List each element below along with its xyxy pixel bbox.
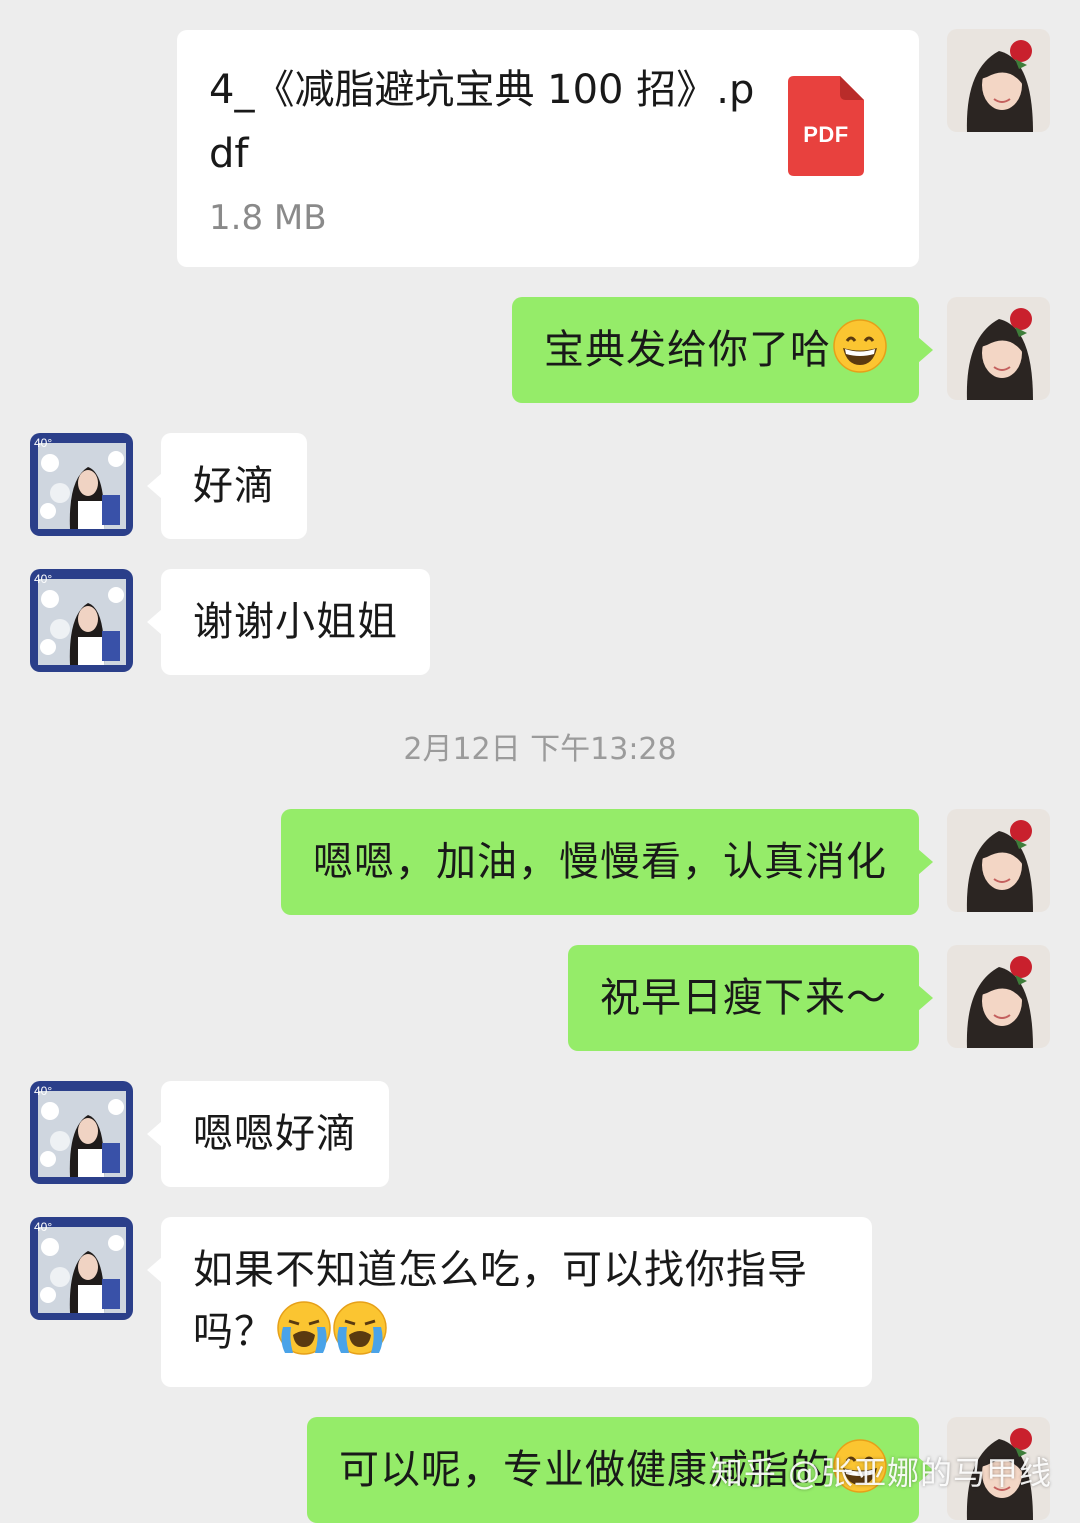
loudly-crying-face-emoji — [277, 1301, 331, 1355]
my-avatar[interactable] — [947, 809, 1050, 912]
message-text: 嗯嗯好滴 — [193, 1111, 357, 1157]
message-text: 祝早日瘦下来～ — [600, 975, 887, 1021]
contact-avatar[interactable]: 40° — [30, 569, 133, 672]
contact-avatar[interactable]: 40° — [30, 1217, 133, 1320]
message-text-line2: 吗？ — [193, 1309, 275, 1355]
file-name: 4_《减脂避坑宝典 100 招》.pdf — [209, 67, 755, 177]
message-text: 嗯嗯，加油，慢慢看，认真消化 — [313, 839, 887, 885]
svg-text:40°: 40° — [34, 1084, 52, 1098]
file-size: 1.8 MB — [209, 198, 327, 238]
portrait-icon — [947, 29, 1050, 132]
contact-avatar[interactable]: 40° — [30, 433, 133, 536]
avatar-badge: 40° — [34, 436, 52, 450]
svg-text:40°: 40° — [34, 572, 52, 586]
contact-message-bubble[interactable]: 谢谢小姐姐 — [147, 569, 430, 675]
zhihu-watermark: 知乎 @张亚娜的马甲线 — [710, 1454, 1052, 1492]
my-message-bubble[interactable]: 宝典发给你了哈 — [512, 297, 933, 403]
contact-avatar[interactable]: 40° — [30, 1081, 133, 1184]
message-text-line2-wrap: 吗？ — [193, 1301, 840, 1363]
portrait-icon: 40° — [30, 569, 133, 672]
my-avatar[interactable] — [947, 297, 1050, 400]
my-avatar[interactable] — [947, 945, 1050, 1048]
contact-message-bubble[interactable]: 如果不知道怎么吃，可以找你指导 吗？ — [147, 1217, 872, 1387]
my-message-bubble[interactable]: 祝早日瘦下来～ — [568, 945, 933, 1051]
file-message-card[interactable]: 4_《减脂避坑宝典 100 招》.pdf 1.8 MB PDF — [177, 30, 919, 267]
message-text-line1: 如果不知道怎么吃，可以找你指导 — [193, 1247, 808, 1293]
portrait-icon — [947, 809, 1050, 912]
chat-timestamp: 2月12日 下午13:28 — [403, 732, 677, 767]
loudly-crying-face-emoji — [333, 1301, 387, 1355]
my-avatar[interactable] — [947, 29, 1050, 132]
contact-message-bubble[interactable]: 好滴 — [147, 433, 307, 539]
grinning-face-emoji — [833, 319, 887, 373]
pdf-type-label: PDF — [803, 122, 849, 147]
portrait-icon: 40° — [30, 1081, 133, 1184]
portrait-icon: 40° — [30, 433, 133, 536]
contact-message-bubble[interactable]: 嗯嗯好滴 — [147, 1081, 389, 1187]
svg-text:40°: 40° — [34, 1220, 52, 1234]
portrait-icon — [947, 945, 1050, 1048]
message-text: 宝典发给你了哈 — [544, 327, 831, 373]
portrait-icon: 40° — [30, 1217, 133, 1320]
my-message-bubble[interactable]: 嗯嗯，加油，慢慢看，认真消化 — [281, 809, 933, 915]
portrait-icon — [947, 297, 1050, 400]
message-text: 谢谢小姐姐 — [193, 599, 398, 645]
message-text: 好滴 — [193, 463, 275, 509]
